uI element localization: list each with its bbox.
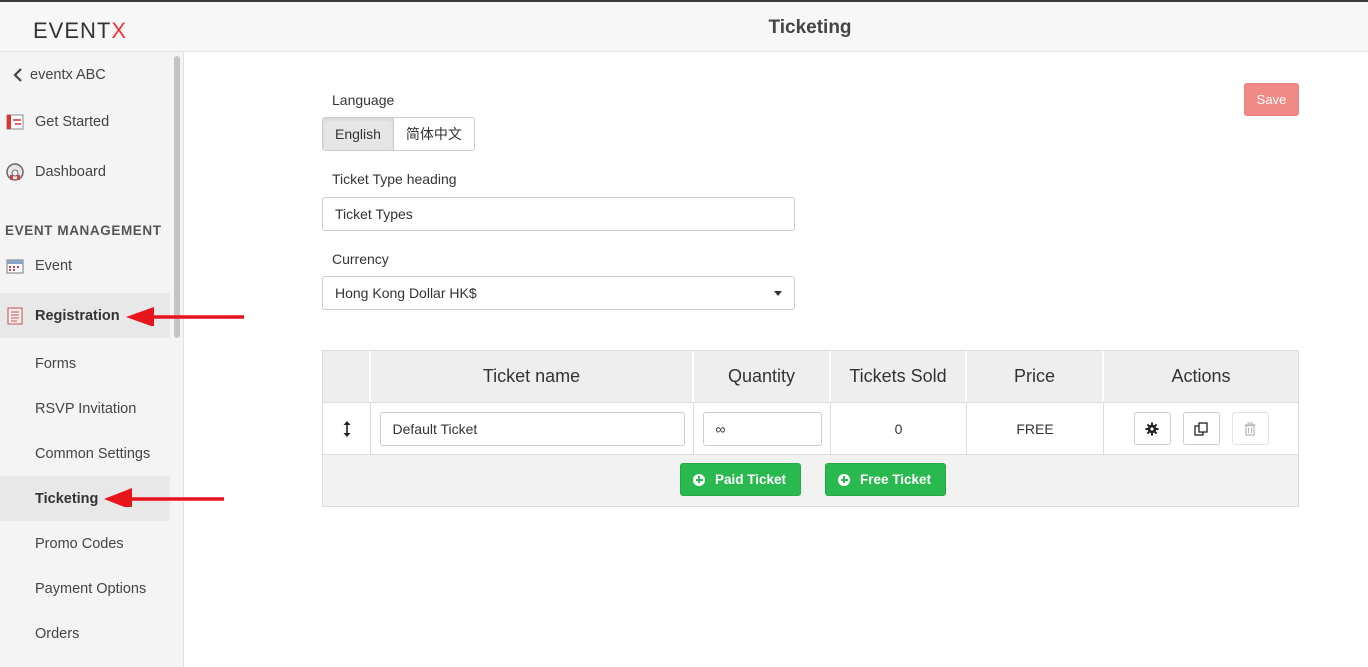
currency-select[interactable]: Hong Kong Dollar HK$ xyxy=(322,276,795,310)
save-button[interactable]: Save xyxy=(1244,83,1299,116)
table-footer: Paid Ticket Free Ticket xyxy=(323,455,1298,506)
ticket-name-cell: Default Ticket xyxy=(371,403,694,454)
table-row: Default Ticket ∞ 0 FREE xyxy=(323,403,1298,455)
sidebar-back-label: eventx ABC xyxy=(30,66,106,83)
copy-icon xyxy=(1194,421,1208,436)
ticket-settings-button[interactable] xyxy=(1133,412,1171,445)
add-paid-ticket-button[interactable]: Paid Ticket xyxy=(680,463,802,496)
sidebar-scrollbar-thumb[interactable] xyxy=(174,56,180,338)
sidebar-item-get-started[interactable]: Get Started xyxy=(0,99,170,144)
top-bar: EVENTX Ticketing xyxy=(0,0,1368,52)
ticket-type-heading-label: Ticket Type heading xyxy=(332,171,457,187)
sidebar-back-link[interactable]: eventx ABC xyxy=(0,52,170,97)
get-started-icon xyxy=(6,113,24,131)
drag-handle-icon xyxy=(343,420,350,437)
trash-icon xyxy=(1244,422,1256,436)
drag-handle[interactable] xyxy=(323,403,371,454)
column-header-tickets-sold: Tickets Sold xyxy=(831,351,967,402)
drag-column-header xyxy=(323,351,371,402)
language-toggle: English 简体中文 xyxy=(322,117,475,151)
plus-circle-icon xyxy=(838,473,850,486)
actions-cell xyxy=(1104,403,1298,454)
duplicate-ticket-button[interactable] xyxy=(1182,412,1220,445)
sidebar: eventx ABC Get Started Dashboard EVENT M… xyxy=(0,52,170,667)
sidebar-item-payment-options[interactable]: Payment Options xyxy=(0,566,170,611)
ticket-name-input[interactable]: Default Ticket xyxy=(379,411,685,446)
language-option-chinese[interactable]: 简体中文 xyxy=(393,118,474,150)
chevron-left-icon xyxy=(9,66,27,84)
ticket-type-heading-input[interactable]: Ticket Types xyxy=(322,197,795,231)
sidebar-item-forms[interactable]: Forms xyxy=(0,341,170,386)
language-label: Language xyxy=(332,92,395,108)
table-header: Ticket name Quantity Tickets Sold Price … xyxy=(323,351,1298,403)
tickets-sold-value: 0 xyxy=(831,403,967,454)
column-header-ticket-name: Ticket name xyxy=(371,351,694,402)
price-value: FREE xyxy=(967,403,1104,454)
calendar-icon xyxy=(6,257,24,275)
annotation-arrow-registration xyxy=(126,307,244,326)
annotation-arrow-ticketing xyxy=(104,488,224,507)
gear-icon xyxy=(1145,422,1159,435)
dashboard-icon xyxy=(6,162,24,181)
language-option-english[interactable]: English xyxy=(323,118,394,150)
sidebar-item-orders[interactable]: Orders xyxy=(0,611,170,656)
add-free-ticket-button[interactable]: Free Ticket xyxy=(825,463,947,496)
column-header-price: Price xyxy=(967,351,1104,402)
sidebar-section-title: EVENT MANAGEMENT xyxy=(5,223,162,238)
column-header-actions: Actions xyxy=(1171,366,1231,386)
delete-ticket-button[interactable] xyxy=(1231,412,1269,445)
registration-form-icon xyxy=(6,307,24,325)
plus-circle-icon xyxy=(693,473,705,486)
sidebar-item-event[interactable]: Event xyxy=(0,243,170,288)
page-title: Ticketing xyxy=(768,17,852,38)
column-header-quantity: Quantity xyxy=(694,351,831,402)
sidebar-item-common-settings[interactable]: Common Settings xyxy=(0,431,170,476)
caret-down-icon xyxy=(774,291,782,296)
quantity-input[interactable]: ∞ xyxy=(702,411,822,446)
sidebar-item-rsvp-invitation[interactable]: RSVP Invitation xyxy=(0,386,170,431)
currency-label: Currency xyxy=(332,251,389,267)
sidebar-item-promo-codes[interactable]: Promo Codes xyxy=(0,521,170,566)
ticket-table: Ticket name Quantity Tickets Sold Price … xyxy=(322,350,1299,507)
quantity-cell: ∞ xyxy=(694,403,831,454)
currency-selected-value: Hong Kong Dollar HK$ xyxy=(335,285,477,301)
sidebar-item-dashboard[interactable]: Dashboard xyxy=(0,149,170,194)
